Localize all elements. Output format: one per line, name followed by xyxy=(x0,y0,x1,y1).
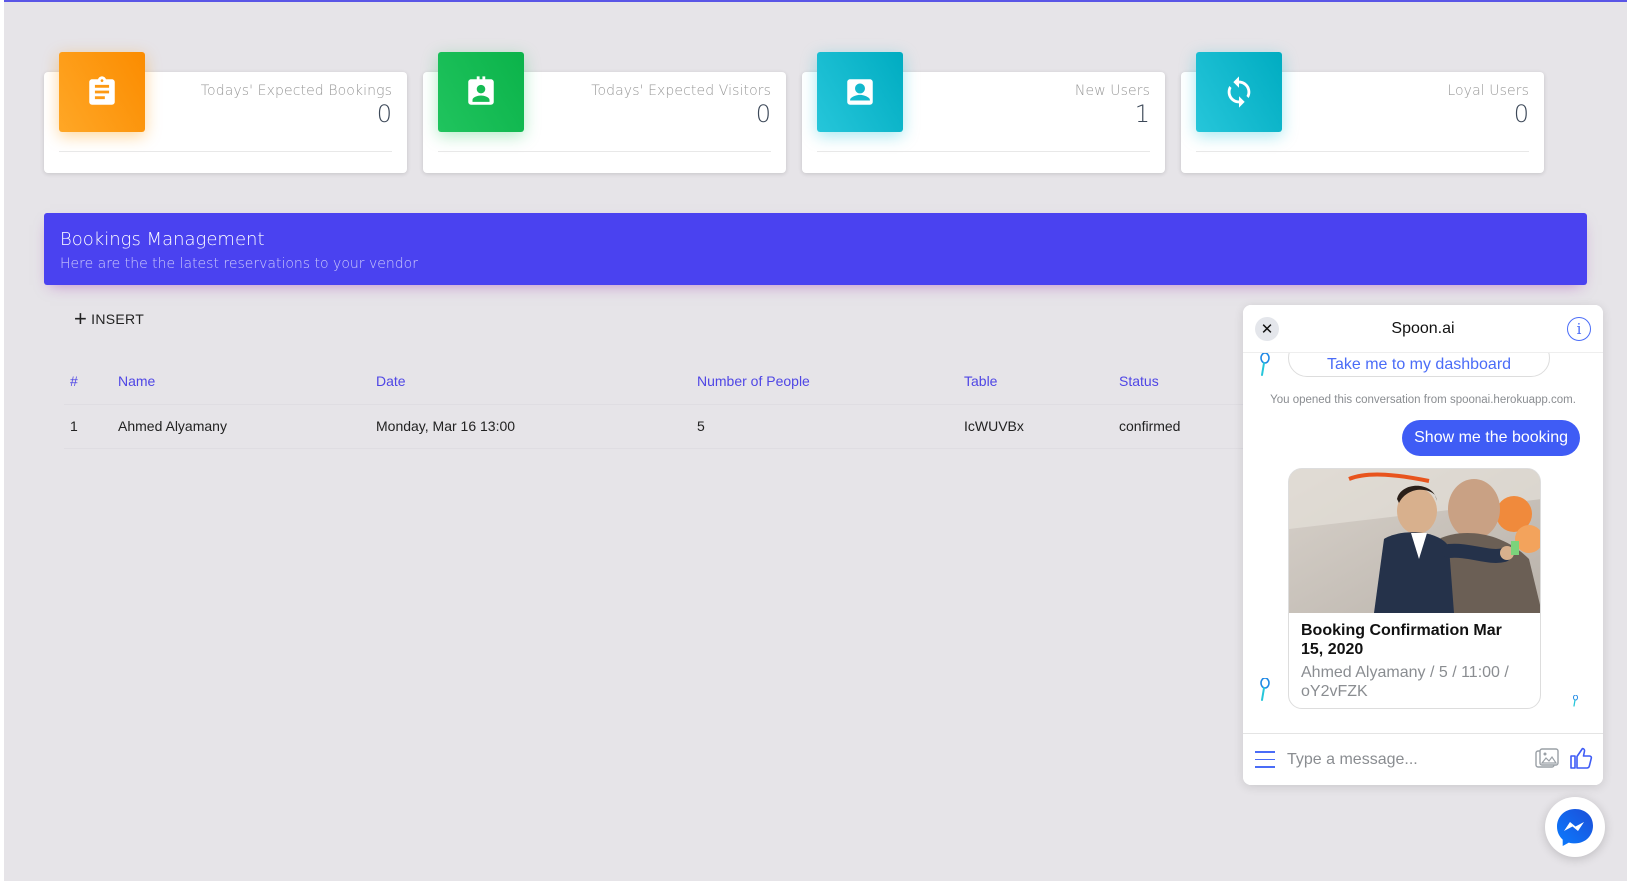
clipboard-icon xyxy=(59,52,145,132)
card-divider xyxy=(817,151,1150,152)
stat-label: New Users xyxy=(1074,83,1150,99)
badge-icon xyxy=(438,52,524,132)
column-header[interactable]: Status xyxy=(1119,373,1159,389)
stat-label: Todays' Expected Visitors xyxy=(591,83,771,99)
chat-messages[interactable]: Take me to my dashboard You opened this … xyxy=(1243,339,1603,733)
conversation-note: You opened this conversation from spoona… xyxy=(1270,394,1576,406)
bookings-subtitle: Here are the the latest reservations to … xyxy=(60,256,418,272)
bot-avatar-icon xyxy=(1260,353,1270,376)
bookings-title: Bookings Management xyxy=(60,229,265,250)
booking-card-subtitle: Ahmed Alyamany / 5 / 11:00 / oY2vFZK xyxy=(1301,664,1509,700)
stats-row: Todays' Expected Bookings 0 Todays' Expe… xyxy=(44,52,1587,174)
bookings-table: # Name Date Number of People Table Statu… xyxy=(64,362,1244,449)
card-divider xyxy=(438,151,771,152)
booking-photo xyxy=(1289,469,1540,613)
row-index: 1 xyxy=(70,418,78,434)
chat-header: ✕ Spoon.ai i xyxy=(1243,305,1603,353)
chat-widget: ✕ Spoon.ai i Take me to my dashboard You… xyxy=(1243,305,1603,785)
row-date: Monday, Mar 16 13:00 xyxy=(376,418,516,434)
card-divider xyxy=(59,151,392,152)
booking-card-text: Booking Confirmation Mar 15, 2020 Ahmed … xyxy=(1289,613,1540,708)
refresh-icon xyxy=(1196,52,1282,132)
top-accent-line xyxy=(4,0,1627,2)
column-header[interactable]: Date xyxy=(376,373,406,389)
booking-card-title: Booking Confirmation Mar 15, 2020 xyxy=(1301,622,1502,658)
messenger-launcher-button[interactable] xyxy=(1545,797,1605,857)
column-header[interactable]: Table xyxy=(964,373,997,389)
bot-avatar-icon xyxy=(1260,678,1270,701)
column-header[interactable]: # xyxy=(70,373,78,389)
stat-card-expected-visitors: Todays' Expected Visitors 0 xyxy=(423,52,786,173)
stat-card-new-users: New Users 1 xyxy=(802,52,1165,173)
insert-label: INSERT xyxy=(91,311,145,327)
stat-value: 1 xyxy=(1134,100,1150,128)
info-icon[interactable]: i xyxy=(1567,317,1591,341)
stat-value: 0 xyxy=(1513,100,1529,128)
chat-composer xyxy=(1243,733,1603,785)
insert-button[interactable]: + INSERT xyxy=(74,307,144,331)
bookings-header: Bookings Management Here are the the lat… xyxy=(44,213,1587,285)
table-row[interactable]: 1 Ahmed Alyamany Monday, Mar 16 13:00 5 … xyxy=(64,405,1244,449)
booking-confirmation-card[interactable]: Booking Confirmation Mar 15, 2020 Ahmed … xyxy=(1288,468,1541,709)
chat-title: Spoon.ai xyxy=(1391,320,1455,337)
thumbs-up-icon[interactable] xyxy=(1569,746,1593,770)
contact-card-icon xyxy=(817,52,903,132)
table-header-row: # Name Date Number of People Table Statu… xyxy=(64,362,1244,405)
menu-icon[interactable] xyxy=(1255,751,1275,768)
page-left-edge xyxy=(0,0,4,881)
row-status: confirmed xyxy=(1119,418,1181,434)
messenger-icon xyxy=(1557,809,1593,846)
row-people: 5 xyxy=(697,418,705,434)
row-name: Ahmed Alyamany xyxy=(118,418,227,434)
stat-label: Todays' Expected Bookings xyxy=(200,83,392,99)
stat-label: Loyal Users xyxy=(1447,83,1529,99)
seen-indicator-icon xyxy=(1573,695,1578,707)
column-header[interactable]: Name xyxy=(118,373,155,389)
image-icon[interactable] xyxy=(1535,748,1559,770)
column-header[interactable]: Number of People xyxy=(697,373,810,389)
stat-value: 0 xyxy=(376,100,392,128)
stat-card-expected-bookings: Todays' Expected Bookings 0 xyxy=(44,52,407,173)
user-message-bubble: Show me the booking xyxy=(1402,420,1580,456)
message-input[interactable] xyxy=(1287,749,1507,771)
row-table: IcWUVBx xyxy=(964,418,1024,434)
stat-card-loyal-users: Loyal Users 0 xyxy=(1181,52,1544,173)
plus-icon: + xyxy=(74,306,88,331)
stat-value: 0 xyxy=(755,100,771,128)
card-divider xyxy=(1196,151,1529,152)
